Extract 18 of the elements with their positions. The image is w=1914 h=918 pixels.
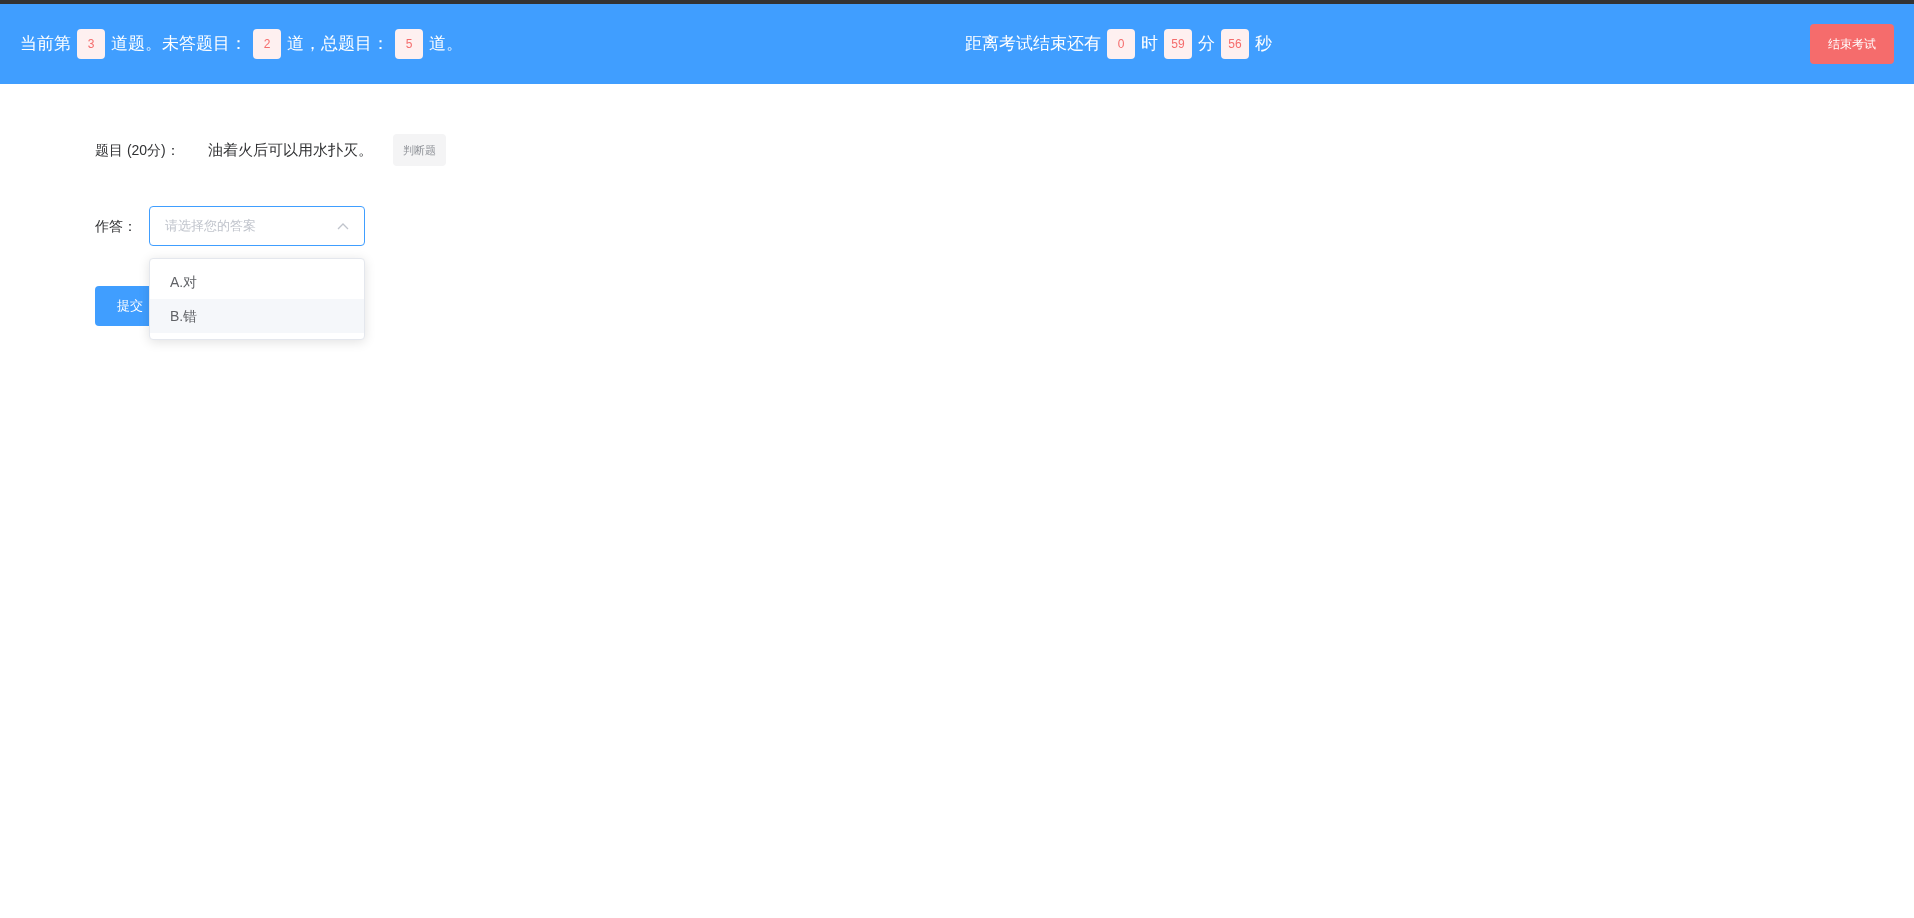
header-text: 道题。未答题目： xyxy=(111,33,247,56)
question-type-tag: 判断题 xyxy=(393,134,446,166)
header-text: 分 xyxy=(1198,33,1215,56)
header-text: 秒 xyxy=(1255,33,1272,56)
answer-label: 作答： xyxy=(95,216,138,236)
question-text: 油着火后可以用水扑灭。 xyxy=(208,139,373,160)
count-badge: 0 xyxy=(1107,29,1135,59)
count-badge: 56 xyxy=(1221,29,1249,59)
count-badge: 5 xyxy=(395,29,423,59)
count-badge: 3 xyxy=(77,29,105,59)
header-text: 距离考试结束还有 xyxy=(965,33,1101,56)
header-text: 道。 xyxy=(429,33,463,56)
header-text: 道，总题目： xyxy=(287,33,389,56)
header-text: 当前第 xyxy=(20,33,71,56)
question-label: 题目 (20分)： xyxy=(95,140,181,160)
header-text: 时 xyxy=(1141,33,1158,56)
count-badge: 2 xyxy=(253,29,281,59)
count-badge: 59 xyxy=(1164,29,1192,59)
